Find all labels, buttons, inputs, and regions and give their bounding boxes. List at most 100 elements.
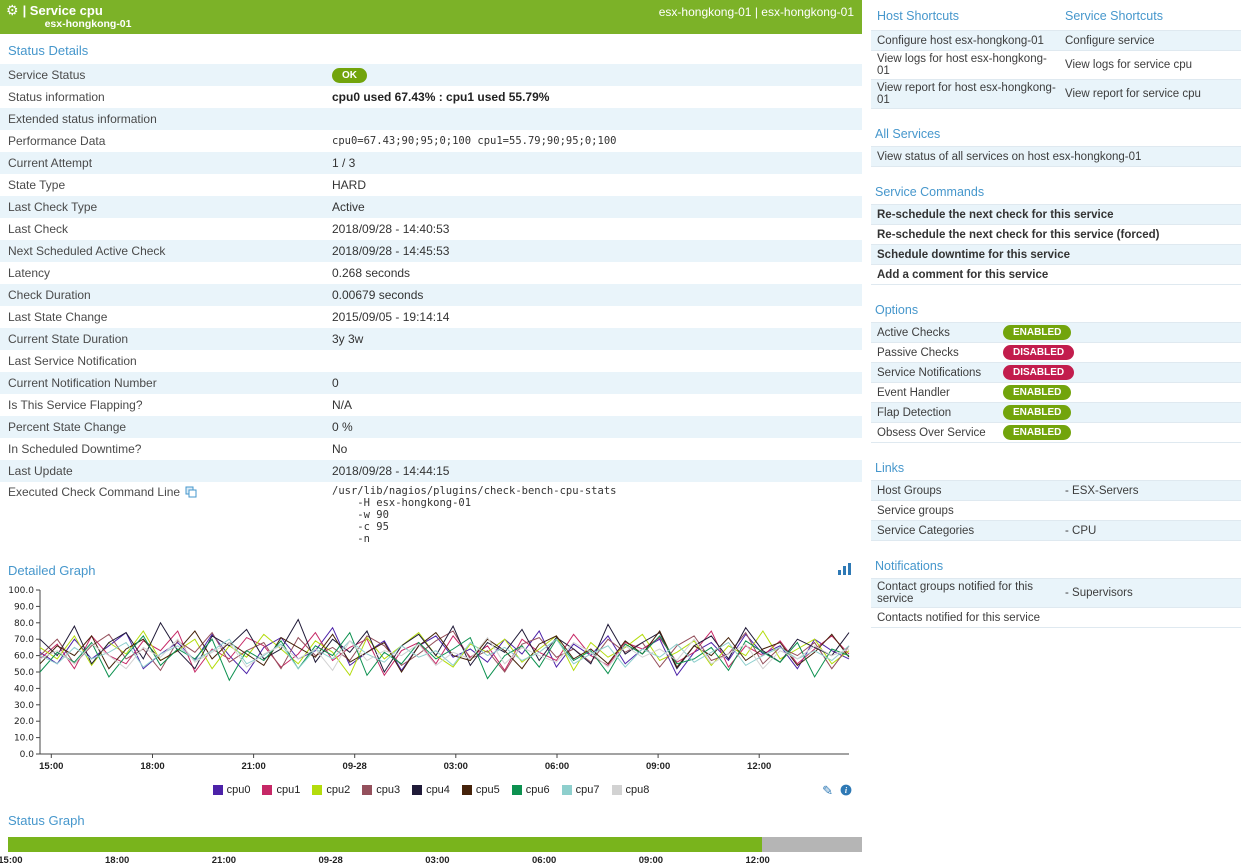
link-row: Service groups	[871, 501, 1241, 521]
service-command-link[interactable]: Re-schedule the next check for this serv…	[871, 206, 1115, 224]
row-value: 0.00679 seconds	[332, 288, 862, 302]
option-row: Passive ChecksDISABLED	[871, 343, 1241, 363]
host-subtitle: esx-hongkong-01	[45, 18, 132, 31]
link-row: Contacts notified for this service	[871, 608, 1241, 628]
option-label[interactable]: Event Handler	[871, 387, 1003, 399]
service-command-link[interactable]: Re-schedule the next check for this serv…	[871, 226, 1161, 244]
link-label[interactable]: Host Groups	[871, 483, 1059, 499]
status-row: Current Attempt1 / 3	[0, 152, 862, 174]
row-label: Status information	[0, 90, 332, 104]
option-label[interactable]: Service Notifications	[871, 367, 1003, 379]
row-label: Is This Service Flapping?	[0, 398, 332, 412]
row-value: cpu0 used 67.43% : cpu1 used 55.79%	[332, 90, 862, 104]
legend-swatch	[462, 785, 472, 795]
row-label: State Type	[0, 178, 332, 192]
shortcut-row: View report for host esx-hongkong-01View…	[871, 80, 1241, 109]
svg-text:12:00: 12:00	[747, 761, 771, 772]
option-state-badge: DISABLED	[1003, 345, 1074, 360]
legend-label: cpu0	[227, 784, 251, 796]
row-label: Last Update	[0, 464, 332, 478]
legend-item: cpu2	[312, 784, 350, 796]
status-row: Service StatusOK	[0, 64, 862, 86]
status-row: Extended status information	[0, 108, 862, 130]
svg-text:80.0: 80.0	[14, 619, 34, 629]
link-label[interactable]: Service Categories	[871, 523, 1059, 539]
row-value: No	[332, 442, 862, 456]
row-label: Executed Check Command Line	[0, 485, 332, 501]
status-row: Latency0.268 seconds	[0, 262, 862, 284]
row-label: Current Attempt	[0, 156, 332, 170]
notification-label[interactable]: Contacts notified for this service	[871, 610, 1059, 626]
service-shortcut-link[interactable]: Configure service	[1059, 33, 1241, 49]
gear-icon[interactable]: ⚙	[6, 2, 19, 34]
page: ⚙ | Service cpu esx-hongkong-01 esx-hong…	[0, 0, 1242, 867]
status-graph-heading: Status Graph	[0, 804, 862, 834]
row-label: Next Scheduled Active Check	[0, 244, 332, 258]
host-shortcut-link[interactable]: View logs for host esx-hongkong-01	[871, 51, 1059, 79]
legend-item: cpu8	[612, 784, 650, 796]
row-value: OK	[332, 67, 862, 83]
status-graph-ok-segment	[8, 837, 762, 852]
link-label[interactable]: Service groups	[871, 503, 1059, 519]
copy-command-icon[interactable]	[185, 487, 197, 501]
service-commands-section: Service Commands Re-schedule the next ch…	[871, 178, 1241, 285]
option-state-badge: ENABLED	[1003, 325, 1071, 340]
legend-swatch	[312, 785, 322, 795]
row-label: Performance Data	[0, 134, 332, 148]
service-shortcut-link[interactable]: View report for service cpu	[1059, 86, 1241, 102]
service-command-row: Add a comment for this service	[871, 265, 1241, 285]
option-label[interactable]: Active Checks	[871, 327, 1003, 339]
notification-value	[1059, 616, 1241, 620]
svg-text:21:00: 21:00	[241, 761, 265, 772]
row-value: 2018/09/28 - 14:44:15	[332, 464, 862, 478]
service-header: ⚙ | Service cpu esx-hongkong-01 esx-hong…	[0, 0, 862, 34]
row-value: 2018/09/28 - 14:45:53	[332, 244, 862, 258]
row-value: 0.268 seconds	[332, 266, 862, 280]
svg-text:30.0: 30.0	[14, 701, 34, 711]
status-axis-label: 15:00	[0, 855, 23, 866]
svg-text:90.0: 90.0	[14, 602, 34, 612]
row-value: 0	[332, 376, 862, 390]
status-row: Is This Service Flapping?N/A	[0, 394, 862, 416]
svg-text:10.0: 10.0	[14, 734, 34, 744]
options-heading: Options	[871, 303, 918, 317]
row-value: 3y 3w	[332, 332, 862, 346]
legend-label: cpu5	[476, 784, 500, 796]
notification-label[interactable]: Contact groups notified for this service	[871, 579, 1059, 607]
row-value: cpu0=67.43;90;95;0;100 cpu1=55.79;90;95;…	[332, 135, 862, 147]
option-label[interactable]: Passive Checks	[871, 347, 1003, 359]
legend-label: cpu1	[276, 784, 300, 796]
option-label[interactable]: Flap Detection	[871, 407, 1003, 419]
legend-label: cpu3	[376, 784, 400, 796]
legend-label: cpu8	[626, 784, 650, 796]
info-icon[interactable]: i	[840, 784, 852, 799]
svg-text:70.0: 70.0	[14, 635, 34, 645]
host-breadcrumb[interactable]: esx-hongkong-01 | esx-hongkong-01	[659, 3, 854, 34]
status-graph-future-segment	[762, 837, 862, 852]
legend-swatch	[412, 785, 422, 795]
host-shortcut-link[interactable]: View report for host esx-hongkong-01	[871, 80, 1059, 108]
row-label: Service Status	[0, 68, 332, 82]
main-panel: ⚙ | Service cpu esx-hongkong-01 esx-hong…	[0, 0, 862, 867]
page-title: | Service cpu	[23, 3, 132, 18]
option-state-badge: ENABLED	[1003, 385, 1071, 400]
service-command-link[interactable]: Add a comment for this service	[871, 266, 1050, 284]
status-row: Status informationcpu0 used 67.43% : cpu…	[0, 86, 862, 108]
all-services-link[interactable]: View status of all services on host esx-…	[871, 148, 1143, 166]
option-state-badge: ENABLED	[1003, 405, 1071, 420]
host-shortcut-link[interactable]: Configure host esx-hongkong-01	[871, 33, 1059, 49]
status-graph-axis: 15:0018:0021:0009-2803:0006:0009:0012:00	[8, 852, 862, 866]
svg-text:15:00: 15:00	[39, 761, 63, 772]
svg-text:0.0: 0.0	[20, 750, 35, 760]
legend-swatch	[612, 785, 622, 795]
pencil-icon[interactable]: ✎	[822, 783, 833, 799]
option-label[interactable]: Obsess Over Service	[871, 427, 1003, 439]
status-axis-label: 21:00	[212, 855, 236, 866]
service-command-row: Schedule downtime for this service	[871, 245, 1241, 265]
service-commands-table: Re-schedule the next check for this serv…	[871, 204, 1241, 285]
status-axis-label: 09:00	[639, 855, 663, 866]
bar-chart-icon[interactable]	[838, 563, 852, 578]
service-shortcut-link[interactable]: View logs for service cpu	[1059, 57, 1241, 73]
service-command-link[interactable]: Schedule downtime for this service	[871, 246, 1072, 264]
status-row: Percent State Change0 %	[0, 416, 862, 438]
